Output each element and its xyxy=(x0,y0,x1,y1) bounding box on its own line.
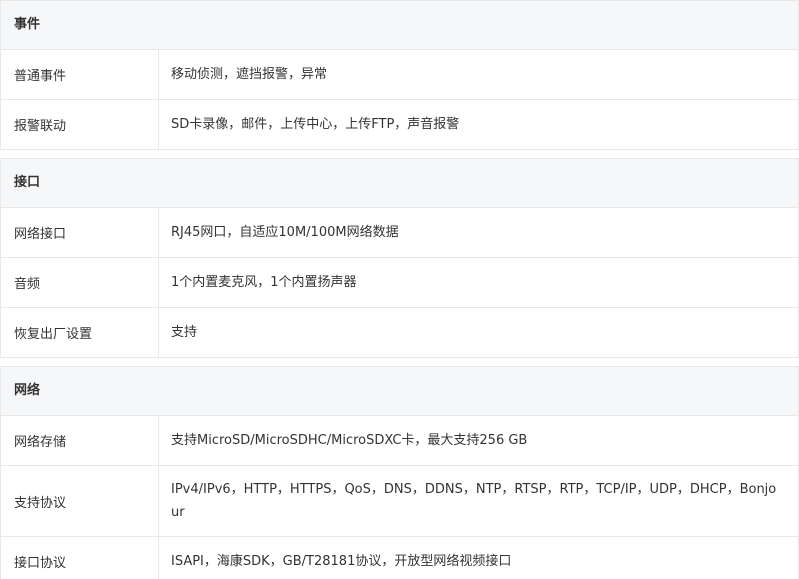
table-row: 网络存储 支持MicroSD/MicroSDHC/MicroSDXC卡，最大支持… xyxy=(1,415,798,465)
spec-value: SD卡录像，邮件，上传中心，上传FTP，声音报警 xyxy=(171,117,460,132)
spec-value: 移动侦测，遮挡报警，异常 xyxy=(171,67,328,82)
table-row: 报警联动 SD卡录像，邮件，上传中心，上传FTP，声音报警 xyxy=(1,99,798,149)
spec-value: 支持 xyxy=(171,325,198,340)
spec-label: 网络存储 xyxy=(1,416,159,465)
spec-label: 支持协议 xyxy=(1,466,159,536)
spec-value: 1个内置麦克风，1个内置扬声器 xyxy=(171,275,357,290)
spec-value: 支持MicroSD/MicroSDHC/MicroSDXC卡，最大支持256 G… xyxy=(171,433,528,448)
spec-value: RJ45网口，自适应10M/100M网络数据 xyxy=(171,225,399,240)
table-row: 音频 1个内置麦克风，1个内置扬声器 xyxy=(1,257,798,307)
spec-label: 报警联动 xyxy=(1,100,159,149)
spec-table: 事件 普通事件 移动侦测，遮挡报警，异常 报警联动 SD卡录像，邮件，上传中心，… xyxy=(0,0,799,579)
spec-label: 网络接口 xyxy=(1,208,159,257)
table-row: 恢复出厂设置 支持 xyxy=(1,307,798,357)
spec-label: 接口协议 xyxy=(1,537,159,579)
section-title: 网络 xyxy=(1,367,798,415)
spec-value: IPv4/IPv6，HTTP，HTTPS，QoS，DNS，DDNS，NTP，RT… xyxy=(171,482,777,520)
section-title: 接口 xyxy=(1,159,798,207)
table-row: 普通事件 移动侦测，遮挡报警，异常 xyxy=(1,49,798,99)
table-row: 支持协议 IPv4/IPv6，HTTP，HTTPS，QoS，DNS，DDNS，N… xyxy=(1,465,798,536)
spec-label: 恢复出厂设置 xyxy=(1,308,159,357)
spec-label: 音频 xyxy=(1,258,159,307)
section-title: 事件 xyxy=(1,1,798,49)
table-row: 网络接口 RJ45网口，自适应10M/100M网络数据 xyxy=(1,207,798,257)
spec-value: ISAPI，海康SDK，GB/T28181协议，开放型网络视频接口 xyxy=(171,554,512,569)
section-network: 网络 网络存储 支持MicroSD/MicroSDHC/MicroSDXC卡，最… xyxy=(0,366,799,579)
table-row: 接口协议 ISAPI，海康SDK，GB/T28181协议，开放型网络视频接口 xyxy=(1,536,798,579)
spec-label: 普通事件 xyxy=(1,50,159,99)
section-events: 事件 普通事件 移动侦测，遮挡报警，异常 报警联动 SD卡录像，邮件，上传中心，… xyxy=(0,0,799,150)
section-interfaces: 接口 网络接口 RJ45网口，自适应10M/100M网络数据 音频 1个内置麦克… xyxy=(0,158,799,358)
